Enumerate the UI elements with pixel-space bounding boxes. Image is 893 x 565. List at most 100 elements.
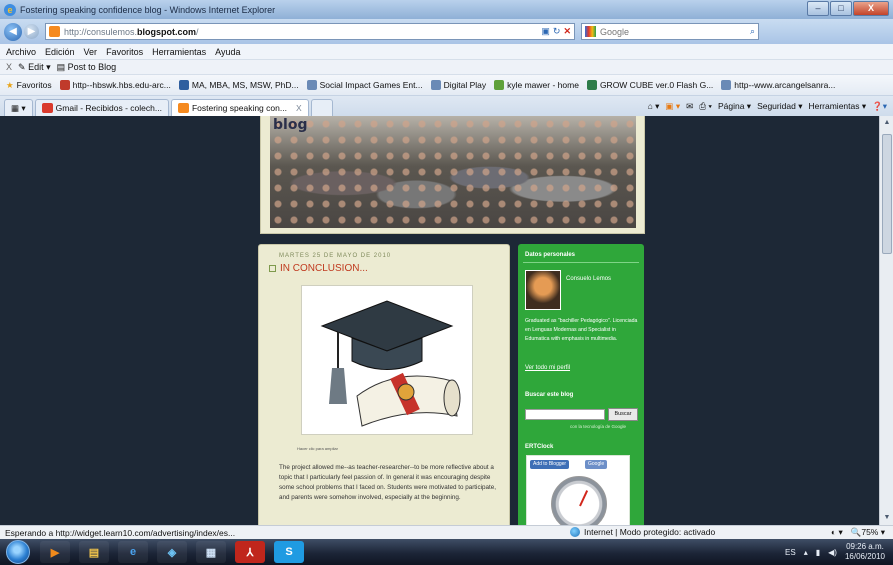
blogger-favicon-icon [49,26,60,37]
ie-page-icon [721,80,732,90]
menu-bar: Archivo Edición Ver Favoritos Herramient… [0,44,893,59]
start-button[interactable] [6,540,30,564]
clock-heading: ERTClock [525,444,554,450]
hbs-icon [59,80,70,90]
close-toolbar-button[interactable]: X [6,62,12,72]
media-player-icon[interactable]: ▶ [40,541,70,563]
post-body: The project allowed me--as teacher-resea… [279,464,497,501]
favorite-link[interactable]: Social Impact Games Ent... [306,80,423,90]
scroll-thumb[interactable] [882,134,892,254]
profile-avatar[interactable] [525,270,561,310]
home-icon[interactable]: ⌂ ▾ [648,101,660,112]
menu-ayuda[interactable]: Ayuda [215,47,240,57]
security-menu[interactable]: Seguridad ▾ [757,101,802,112]
system-tray: ES ▴ ▮ ◀) 09:26 a.m. 16/06/2010 [785,542,893,562]
bullet-icon [269,265,276,272]
scroll-up-icon[interactable]: ▲ [882,118,892,128]
ie-page-icon [306,80,317,90]
post-title[interactable]: IN CONCLUSION... [269,263,368,274]
paint-icon[interactable]: ◈ [157,541,187,563]
favorite-link[interactable]: kyle mawer - home [494,80,579,90]
explorer-icon[interactable]: ▤ [79,541,109,563]
favorite-link[interactable]: http--hbswk.hbs.edu-arc... [59,80,171,90]
clock[interactable]: 09:26 a.m. 16/06/2010 [845,542,885,562]
graduation-cap-image[interactable] [301,285,473,435]
new-tab-button[interactable] [310,99,333,116]
google-search-icon [585,26,596,37]
edit-button[interactable]: ✎ Edit ▾ [18,62,51,73]
globe-icon [570,527,580,537]
search-box[interactable]: Google ⌕ [581,23,759,40]
close-tab-icon[interactable]: X [296,103,302,113]
page-menu[interactable]: Página ▾ [718,101,751,112]
protected-mode-icon[interactable]: ◐ ▾ [831,527,843,538]
print-icon[interactable]: ⎙ ▾ [699,101,712,112]
address-toolbar: ◀ ▶ http://consulemos.blogspot.com/ ▣ ↻ … [0,19,893,44]
volume-icon[interactable]: ◀) [828,548,837,557]
post-to-blog-button[interactable]: ▤ Post to Blog [57,62,117,73]
status-bar: Esperando a http://widget.learn10.com/ad… [0,525,893,539]
photo-texture [270,116,636,228]
powered-by-text: con la tecnología de Google [570,424,627,429]
profile-name[interactable]: Consuelo Lemos [566,276,611,282]
window-title: Fostering speaking confidence blog - Win… [20,4,276,15]
compatibility-icon[interactable]: ▣ [541,26,550,37]
status-right: ◐ ▾ 🔍75% ▾ [831,527,885,538]
feeds-icon[interactable]: ▣ ▾ [665,101,680,112]
tools-menu[interactable]: Herramientas ▾ [808,101,866,112]
forward-button[interactable]: ▶ [24,24,39,39]
blog-toolbar: X ✎ Edit ▾ ▤ Post to Blog [0,59,893,74]
blog-search-input[interactable] [525,409,605,420]
tab-gmail[interactable]: Gmail - Recibidos - colech... [34,99,169,116]
zoom-control[interactable]: 🔍75% ▾ [851,527,885,538]
scroll-down-icon[interactable]: ▼ [882,513,892,523]
view-profile-link[interactable]: Ver todo mi perfil [525,365,570,371]
tab-fostering[interactable]: Fostering speaking con... X [170,99,309,116]
menu-herramientas[interactable]: Herramientas [152,47,206,57]
favorites-button[interactable]: ★ Favoritos [6,80,52,91]
zone-text: Internet | Modo protegido: activado [584,527,716,537]
clock-icon [551,476,607,525]
quick-tabs-button[interactable]: ▦ ▾ [4,99,33,116]
minimize-button[interactable]: – [807,1,829,16]
address-bar[interactable]: http://consulemos.blogspot.com/ ▣ ↻ ✕ [45,23,575,40]
help-icon[interactable]: ❓▾ [872,101,887,112]
close-window-button[interactable]: X [853,1,889,16]
vertical-scrollbar[interactable]: ▲ ▼ [879,116,893,525]
menu-ver[interactable]: Ver [84,47,98,57]
status-text: Esperando a http://widget.learn10.com/ad… [5,527,236,538]
window-controls: – □ X [806,1,889,16]
stop-icon[interactable]: ✕ [563,26,571,37]
favorite-link[interactable]: GROW CUBE ver.0 Flash G... [586,80,713,90]
maximize-button[interactable]: □ [830,1,852,16]
refresh-icon[interactable]: ↻ [553,26,561,37]
menu-archivo[interactable]: Archivo [6,47,36,57]
image-caption: Hacer clic para ampliar [297,446,338,451]
tray-arrow-icon[interactable]: ▴ [804,548,808,557]
favorite-link[interactable]: http--www.arcangelsanra... [721,80,835,90]
notepad-icon[interactable]: ▦ [196,541,226,563]
favorite-link[interactable]: Digital Play [430,80,486,90]
search-heading: Buscar este blog [525,392,574,398]
search-icon[interactable]: ⌕ [750,26,755,37]
menu-favoritos[interactable]: Favoritos [106,47,143,57]
profile-heading: Datos personales [525,252,576,258]
language-indicator[interactable]: ES [785,548,796,557]
window-titlebar: e Fostering speaking confidence blog - W… [0,0,893,19]
skype-icon[interactable]: S [274,541,304,563]
taskbar: ▶ ▤ e ◈ ▦ ⅄ S ES ▴ ▮ ◀) 09:26 a.m. 16/06/… [0,539,893,565]
menu-edicion[interactable]: Edición [45,47,75,57]
blog-search-button[interactable]: Buscar [608,408,638,421]
favorite-link[interactable]: MA, MBA, MS, MSW, PhD... [178,80,299,90]
internet-explorer-task-icon[interactable]: e [118,541,148,563]
add-to-blogger-button[interactable]: Add to Blogger [530,460,570,469]
search-placeholder: Google [600,26,630,37]
post-date: MARTES 25 DE MAYO DE 2010 [279,253,392,259]
add-to-google-button[interactable]: Google [585,460,608,469]
security-zone[interactable]: Internet | Modo protegido: activado [570,527,715,537]
network-icon[interactable]: ▮ [816,548,820,557]
acrobat-icon[interactable]: ⅄ [235,541,265,563]
read-mail-icon[interactable]: ✉ [686,101,693,112]
back-button[interactable]: ◀ [4,22,22,41]
post-column: MARTES 25 DE MAYO DE 2010 IN CONCLUSION.… [258,244,510,525]
